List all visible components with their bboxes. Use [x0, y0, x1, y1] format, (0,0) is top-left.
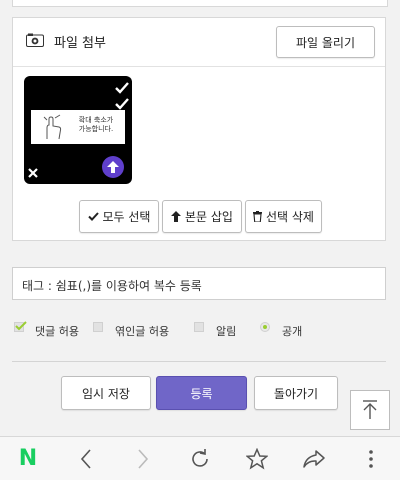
delete-selected-label: 선택 삭제: [266, 210, 314, 224]
trash-icon: [253, 211, 262, 222]
arrow-up-icon: [171, 211, 181, 222]
move-up-button[interactable]: [102, 156, 124, 178]
insert-body-label: 본문 삽입: [185, 210, 233, 224]
upload-file-button[interactable]: 파일 올리기: [276, 26, 375, 58]
bookmark-star-icon[interactable]: [245, 447, 269, 471]
browser-navbar: N: [0, 436, 400, 480]
select-all-button[interactable]: 모두 선택: [79, 200, 159, 233]
notify-label: 알림: [216, 325, 237, 338]
delete-selected-button[interactable]: 선택 삭제: [245, 200, 322, 233]
trackback-checkbox[interactable]: [93, 322, 103, 332]
thumbnail-preview: 확대 축소가 가능합니다.: [31, 110, 125, 144]
checkbox-check-icon: [15, 321, 27, 331]
forward-icon[interactable]: [131, 447, 155, 471]
back-button[interactable]: 돌아가기: [254, 376, 338, 410]
public-radio[interactable]: [260, 322, 270, 332]
check-mark-icon: [87, 212, 99, 221]
back-icon[interactable]: [74, 447, 98, 471]
remove-icon[interactable]: [28, 168, 38, 178]
thumbnail-caption: 확대 축소가 가능합니다.: [78, 116, 114, 133]
insert-into-body-button[interactable]: 본문 삽입: [162, 200, 242, 233]
share-icon[interactable]: [302, 447, 326, 471]
naver-logo-icon[interactable]: N: [16, 447, 40, 471]
previous-panel-edge: [12, 0, 388, 7]
radio-selected-dot: [263, 325, 267, 329]
attached-image-thumbnail[interactable]: 확대 축소가 가능합니다.: [24, 76, 132, 184]
attachment-title: 파일 첨부: [54, 36, 106, 51]
arrow-up-to-top-icon: [363, 400, 377, 419]
comments-label: 댓글 허용: [35, 325, 79, 338]
file-attachment-panel: 파일 첨부 파일 올리기 확대 축소가 가능합니다. 모두 선택 본문 삽입 선…: [12, 17, 386, 241]
post-options: 댓글 허용 엮인글 허용 알림 공개: [0, 320, 400, 340]
selected-check-icon[interactable]: [115, 98, 129, 110]
attachment-header: 파일 첨부 파일 올리기: [13, 18, 385, 67]
trackback-label: 엮인글 허용: [115, 325, 170, 338]
save-draft-button[interactable]: 임시 저장: [61, 376, 151, 410]
naver-logo-text: N: [18, 446, 38, 471]
camera-icon: [26, 33, 44, 47]
tag-input[interactable]: 태그 : 쉼표(,)를 이용하여 복수 등록: [12, 267, 386, 300]
pinch-zoom-hand-icon: [43, 114, 62, 140]
reload-icon[interactable]: [188, 447, 212, 471]
notify-checkbox[interactable]: [194, 322, 204, 332]
public-label: 공개: [282, 325, 303, 338]
submit-button[interactable]: 등록: [156, 376, 247, 410]
comments-checkbox[interactable]: [14, 321, 27, 332]
more-icon[interactable]: [359, 447, 383, 471]
arrow-up-icon: [107, 161, 119, 173]
select-all-label: 모두 선택: [102, 210, 151, 224]
divider: [12, 361, 386, 362]
check-icon: [115, 82, 129, 94]
scroll-to-top-button[interactable]: [350, 390, 390, 430]
